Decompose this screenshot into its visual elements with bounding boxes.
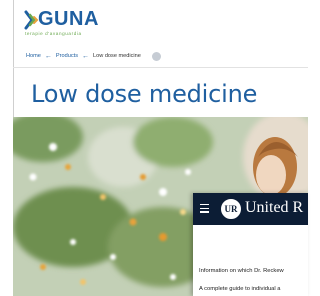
ur-logo[interactable]: UR <box>221 199 241 219</box>
arrow-left-icon: ← <box>82 52 89 60</box>
page-title: Low dose medicine <box>31 80 258 108</box>
overlay-popup[interactable]: UR United R Information on which Dr. Rec… <box>193 193 308 296</box>
breadcrumb-products[interactable]: Products <box>56 53 78 59</box>
circle-indicator-icon <box>151 51 161 61</box>
popup-info-line: Information on which Dr. Reckew <box>199 268 284 274</box>
breadcrumb-current: Low dose medicine <box>93 53 141 59</box>
logo-tagline: terapie d'avanguardia <box>25 31 82 36</box>
breadcrumb: Home ← Products ← Low dose medicine <box>26 51 161 61</box>
popup-header: UR United R <box>193 193 308 225</box>
hamburger-menu-icon[interactable] <box>200 204 209 213</box>
arrow-left-icon: ← <box>44 52 52 60</box>
logo-wordmark: GUNA <box>38 8 99 30</box>
header-divider <box>13 67 308 68</box>
popup-guide-line: A complete guide to individual a <box>199 286 281 292</box>
guna-logo[interactable]: GUNA terapie d'avanguardia <box>24 8 104 40</box>
breadcrumb-home[interactable]: Home <box>26 53 41 59</box>
popup-brand-name: United R <box>245 199 304 216</box>
